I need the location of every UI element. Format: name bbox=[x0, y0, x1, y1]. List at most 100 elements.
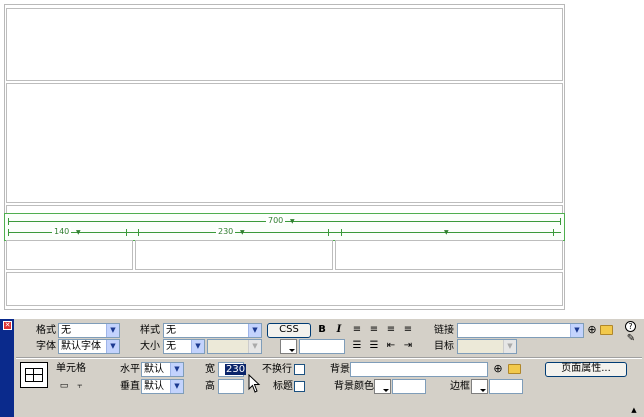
style-label: 样式 bbox=[140, 325, 160, 336]
guide-tick bbox=[138, 229, 139, 236]
chevron-down-icon[interactable]: ▼ bbox=[76, 229, 81, 236]
merge-cells-icon[interactable]: ▭ bbox=[58, 380, 70, 392]
text-color-swatch[interactable] bbox=[280, 339, 297, 354]
edit-icon[interactable]: ✎ bbox=[625, 333, 637, 345]
table-cell-row2[interactable] bbox=[6, 83, 563, 203]
text-color-input[interactable] bbox=[299, 339, 345, 354]
font-select[interactable]: 默认字体 ▼ bbox=[58, 339, 120, 354]
guide-tick bbox=[328, 229, 329, 236]
design-canvas[interactable]: 700 ▼ 140 ▼ 230 ▼ ▼ bbox=[0, 0, 644, 318]
close-icon[interactable]: ✕ bbox=[3, 321, 12, 330]
height-input[interactable] bbox=[218, 379, 244, 394]
format-select[interactable]: 无 ▼ bbox=[58, 323, 120, 338]
unordered-list-icon[interactable]: ☰ bbox=[351, 340, 363, 352]
chevron-down-icon[interactable]: ▼ bbox=[170, 380, 183, 393]
horz-value: 默认 bbox=[144, 364, 164, 375]
table-cell-col2[interactable] bbox=[135, 240, 333, 270]
chevron-down-icon[interactable]: ▼ bbox=[248, 324, 261, 337]
guide-tick bbox=[553, 229, 554, 236]
help-icon[interactable]: ? bbox=[625, 321, 636, 332]
property-inspector: ✕ 格式 无 ▼ 样式 无 ▼ CSS B I ≡ ≡ ≡ ≡ 链接 ▼ ⊕ ?… bbox=[0, 318, 644, 417]
cell-icon bbox=[20, 362, 48, 388]
folder-icon[interactable] bbox=[600, 325, 613, 335]
vert-align-select[interactable]: 默认 ▼ bbox=[141, 379, 184, 394]
bg-color-input[interactable] bbox=[392, 379, 426, 394]
bold-icon[interactable]: B bbox=[316, 324, 328, 336]
style-value: 无 bbox=[166, 325, 176, 336]
font-value: 默认字体 bbox=[61, 341, 101, 352]
bg-image-label: 背景 bbox=[330, 364, 350, 375]
italic-icon[interactable]: I bbox=[333, 324, 345, 336]
table-cell-row5[interactable] bbox=[6, 272, 563, 306]
page-properties-button[interactable]: 页面属性... bbox=[545, 362, 627, 377]
cell-label: 单元格 bbox=[56, 363, 86, 374]
horz-label: 水平 bbox=[120, 364, 140, 375]
guide-tick bbox=[8, 218, 9, 225]
mouse-pointer-icon bbox=[248, 374, 261, 393]
header-checkbox[interactable] bbox=[294, 381, 305, 392]
table-cell-col3[interactable] bbox=[335, 240, 563, 270]
size-select[interactable]: 无 ▼ bbox=[163, 339, 205, 354]
border-color-swatch[interactable] bbox=[471, 379, 488, 394]
guide-tick bbox=[8, 229, 9, 236]
panel-gripper[interactable]: ✕ bbox=[0, 319, 14, 417]
format-value: 无 bbox=[61, 325, 71, 336]
guide-tick bbox=[560, 218, 561, 225]
split-cell-icon[interactable]: ⫟ bbox=[74, 380, 86, 392]
width-input[interactable]: 230 bbox=[218, 362, 247, 377]
font-label: 字体 bbox=[36, 341, 56, 352]
link-label: 链接 bbox=[434, 325, 454, 336]
outdent-icon[interactable]: ⇤ bbox=[385, 340, 397, 352]
border-label: 边框 bbox=[450, 381, 470, 392]
horz-align-select[interactable]: 默认 ▼ bbox=[141, 362, 184, 377]
css-button[interactable]: CSS bbox=[267, 323, 311, 338]
bg-color-label: 背景颜色 bbox=[334, 381, 374, 392]
chevron-down-icon[interactable]: ▼ bbox=[106, 324, 119, 337]
bg-color-swatch[interactable] bbox=[374, 379, 391, 394]
chevron-down-icon: ▼ bbox=[503, 340, 516, 353]
target-label: 目标 bbox=[434, 341, 454, 352]
nowrap-checkbox[interactable] bbox=[294, 364, 305, 375]
bg-image-input[interactable] bbox=[350, 362, 488, 377]
table-cell-row1[interactable] bbox=[6, 8, 563, 81]
nowrap-label: 不换行 bbox=[262, 364, 292, 375]
chevron-down-icon[interactable]: ▼ bbox=[290, 218, 295, 225]
table-width-label[interactable]: 700 bbox=[266, 216, 286, 225]
header-label: 标题 bbox=[273, 381, 293, 392]
style-select[interactable]: 无 ▼ bbox=[163, 323, 262, 338]
width-value: 230 bbox=[225, 364, 247, 375]
ordered-list-icon[interactable]: ☰ bbox=[368, 340, 380, 352]
folder-icon[interactable] bbox=[508, 364, 521, 374]
size-value: 无 bbox=[166, 341, 176, 352]
chevron-down-icon[interactable]: ▼ bbox=[444, 229, 449, 236]
column2-width-label[interactable]: 230 bbox=[216, 227, 236, 236]
align-justify-icon[interactable]: ≡ bbox=[402, 324, 414, 336]
size-unit-select: ▼ bbox=[207, 339, 262, 354]
chevron-down-icon[interactable]: ▼ bbox=[240, 229, 245, 236]
align-right-icon[interactable]: ≡ bbox=[385, 324, 397, 336]
guide-tick bbox=[341, 229, 342, 236]
column-width-guide-line bbox=[8, 232, 561, 233]
table-cell-col1[interactable] bbox=[6, 240, 133, 270]
height-label: 高 bbox=[205, 381, 215, 392]
point-to-file-icon[interactable]: ⊕ bbox=[492, 363, 504, 375]
width-label: 宽 bbox=[205, 364, 215, 375]
column1-width-label[interactable]: 140 bbox=[52, 227, 72, 236]
guide-tick bbox=[126, 229, 127, 236]
indent-icon[interactable]: ⇥ bbox=[402, 340, 414, 352]
chevron-down-icon[interactable]: ▼ bbox=[191, 340, 204, 353]
target-select: ▼ bbox=[457, 339, 517, 354]
size-label: 大小 bbox=[140, 341, 160, 352]
link-input[interactable]: ▼ bbox=[457, 323, 584, 338]
chevron-down-icon[interactable]: ▼ bbox=[570, 324, 583, 337]
chevron-down-icon: ▼ bbox=[248, 340, 261, 353]
chevron-down-icon[interactable]: ▼ bbox=[106, 340, 119, 353]
border-color-input[interactable] bbox=[489, 379, 523, 394]
align-center-icon[interactable]: ≡ bbox=[368, 324, 380, 336]
align-left-icon[interactable]: ≡ bbox=[351, 324, 363, 336]
vert-label: 垂直 bbox=[120, 381, 140, 392]
collapse-icon[interactable]: ▲ bbox=[628, 404, 640, 416]
chevron-down-icon[interactable]: ▼ bbox=[170, 363, 183, 376]
separator bbox=[16, 358, 642, 359]
point-to-file-icon[interactable]: ⊕ bbox=[586, 324, 598, 336]
